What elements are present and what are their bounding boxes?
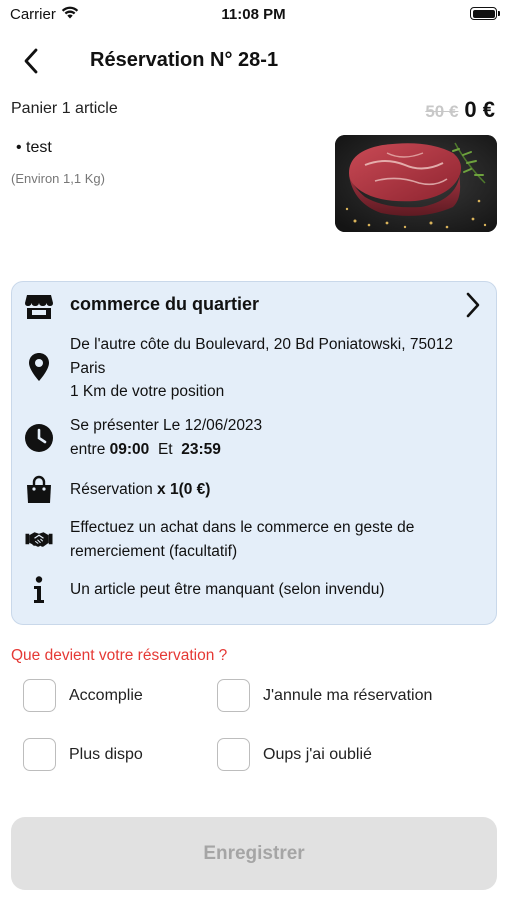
status-bar: Carrier 11:08 PM — [0, 0, 507, 30]
location-pin-icon — [24, 352, 54, 382]
pickup-and-label: Et — [157, 440, 173, 458]
back-button[interactable] — [16, 46, 46, 76]
chevron-right-icon[interactable] — [460, 291, 486, 319]
thanks-line-1: Effectuez un achat dans le commerce en g… — [70, 519, 415, 536]
reservation-label: Réservation — [70, 481, 153, 498]
shopping-bag-icon — [24, 475, 54, 505]
option-accomplie[interactable]: Accomplie — [23, 679, 143, 712]
missing-item-notice: Un article peut être manquant (selon inv… — [70, 581, 385, 598]
pickup-start: 09:00 — [109, 440, 150, 458]
cart-summary-label: Panier 1 article — [11, 100, 118, 117]
price-block: 50 € 0 € — [425, 97, 495, 123]
pickup-end: 23:59 — [181, 440, 221, 458]
thanks-note: Effectuez un achat dans le commerce en g… — [70, 516, 414, 563]
checkbox-forgot[interactable] — [217, 738, 250, 771]
new-price: 0 € — [464, 97, 495, 122]
address-line-1: De l'autre côte du Boulevard, 20 Bd Poni… — [70, 336, 453, 353]
reservation-count: x 1(0 €) — [157, 481, 211, 498]
checkbox-accomplie[interactable] — [23, 679, 56, 712]
pickup-window: Se présenter Le 12/06/2023 entre 09:00 E… — [70, 414, 262, 461]
clock-icon — [24, 423, 54, 453]
reservation-quantity: Réservation x 1(0 €) — [70, 478, 210, 502]
store-info-card[interactable]: commerce du quartier De l'autre côte du … — [11, 281, 497, 625]
option-unavailable[interactable]: Plus dispo — [23, 738, 143, 771]
thanks-line-2: remerciement (facultatif) — [70, 542, 238, 560]
store-address: De l'autre côte du Boulevard, 20 Bd Poni… — [70, 333, 453, 404]
reservation-status-question: Que devient votre réservation ? — [11, 647, 228, 664]
store-name[interactable]: commerce du quartier — [70, 294, 259, 315]
option-cancel[interactable]: J'annule ma réservation — [217, 679, 432, 712]
option-forgot-label: Oups j'ai oublié — [263, 745, 372, 763]
handshake-icon — [24, 524, 54, 554]
nav-header: Réservation N° 28-1 — [0, 40, 507, 82]
checkbox-cancel[interactable] — [217, 679, 250, 712]
cart-item-weight: (Environ 1,1 Kg) — [11, 171, 105, 186]
info-icon — [24, 575, 54, 605]
option-unavailable-label: Plus dispo — [69, 745, 143, 763]
back-arrow-icon — [24, 48, 38, 74]
address-line-2: Paris — [70, 359, 106, 377]
product-image — [335, 135, 497, 232]
pickup-date: Se présenter Le 12/06/2023 — [70, 417, 263, 434]
store-distance: 1 Km de votre position — [70, 383, 225, 400]
option-cancel-label: J'annule ma réservation — [263, 686, 433, 704]
store-icon — [24, 292, 54, 322]
status-time: 11:08 PM — [221, 6, 286, 23]
battery-icon — [470, 7, 500, 20]
option-forgot[interactable]: Oups j'ai oublié — [217, 738, 372, 771]
pickup-between-label: entre — [70, 440, 106, 458]
old-price: 50 € — [425, 102, 459, 121]
option-accomplie-label: Accomplie — [69, 686, 143, 704]
checkbox-unavailable[interactable] — [23, 738, 56, 771]
cart-item-name: • test — [16, 139, 52, 156]
pickup-hours: entre 09:00 Et 23:59 — [70, 438, 262, 462]
save-button[interactable]: Enregistrer — [11, 817, 497, 890]
page-title: Réservation N° 28-1 — [90, 49, 279, 71]
